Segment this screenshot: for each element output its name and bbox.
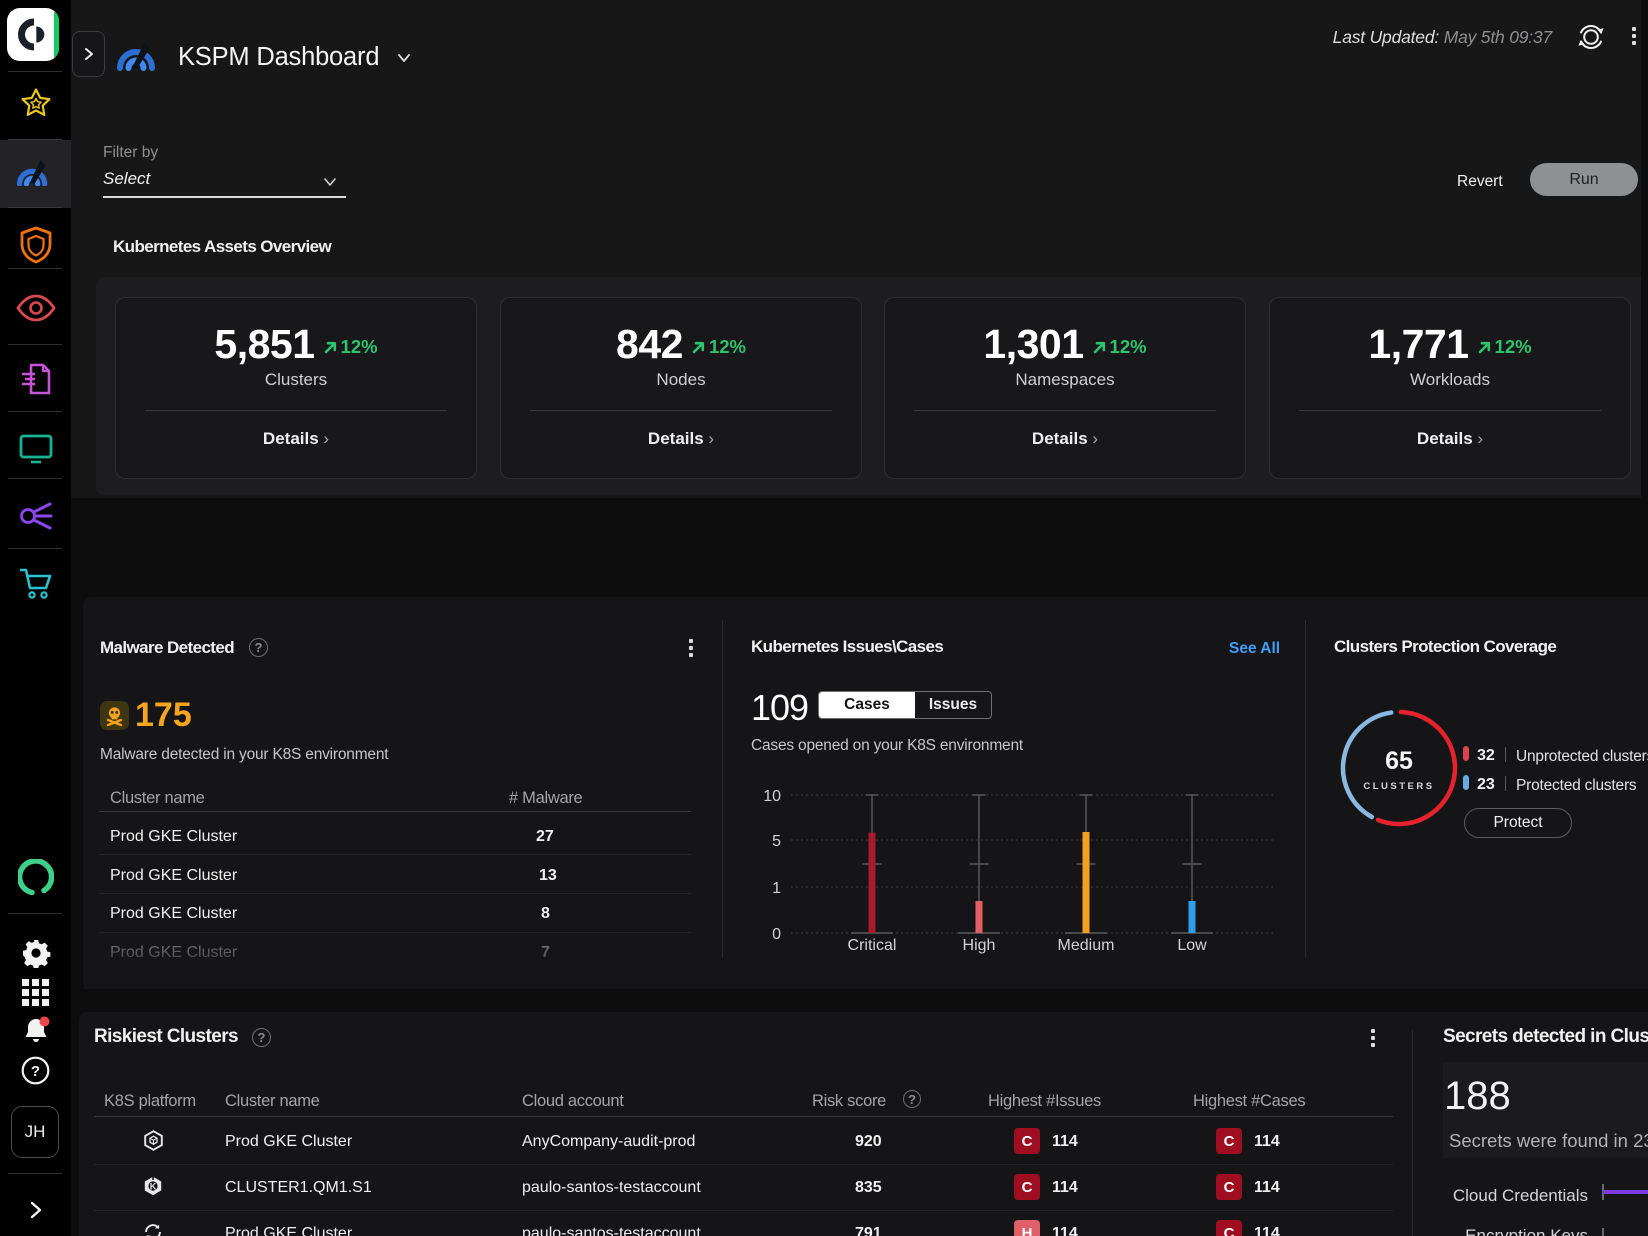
svg-text:1: 1	[772, 880, 781, 897]
svg-text:5: 5	[772, 833, 781, 850]
svg-text:K: K	[150, 1181, 157, 1191]
svg-text:Critical: Critical	[848, 937, 897, 954]
svg-text:10: 10	[763, 788, 781, 805]
svg-text:0: 0	[772, 926, 781, 943]
svg-text:High: High	[963, 937, 996, 954]
svg-text:?: ?	[31, 1063, 40, 1080]
svg-text:Medium: Medium	[1058, 937, 1115, 954]
svg-text:Low: Low	[1177, 937, 1207, 954]
